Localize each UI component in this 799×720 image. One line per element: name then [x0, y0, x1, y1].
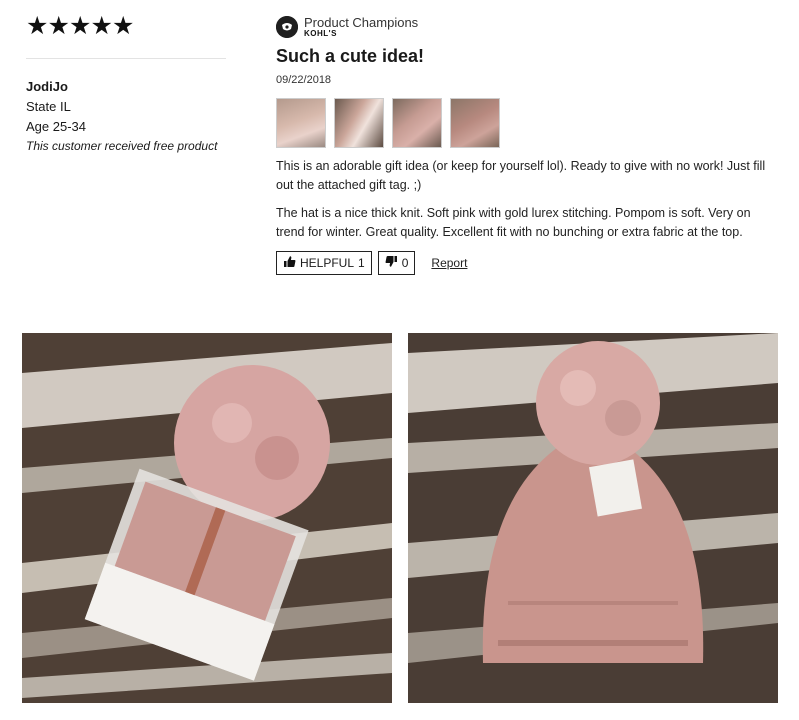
helpful-count: 1 [358, 256, 365, 270]
thumbnail-photo-1[interactable] [276, 98, 326, 148]
review-date: 09/22/2018 [276, 74, 332, 86]
report-link[interactable]: Report [431, 256, 467, 270]
thumbs-down-icon [385, 255, 398, 271]
thumbs-up-icon [283, 255, 296, 271]
review-paragraph-2: The hat is a nice thick knit. Soft pink … [276, 206, 751, 239]
thumbnail-photo-3[interactable] [392, 98, 442, 148]
divider [26, 58, 226, 59]
unhelpful-count: 0 [401, 256, 409, 270]
rating-stars: ★ ★ ★ ★ ★ [26, 14, 226, 39]
free-product-note: This customer received free product [26, 139, 218, 153]
champion-brand: KOHL'S [304, 29, 337, 38]
review-content: Product Champions KOHL'S Such a cute ide… [276, 16, 776, 275]
thumbnail-photo-2[interactable] [334, 98, 384, 148]
star-icon: ★ [26, 12, 49, 40]
product-champion-badge-icon [276, 16, 298, 38]
review-photo-gift-box[interactable] [22, 333, 392, 703]
thumbnail-photo-4[interactable] [450, 98, 500, 148]
reviewer-name: JodiJo [26, 79, 68, 94]
star-icon: ★ [112, 12, 135, 40]
product-champion-badge: Product Champions KOHL'S [276, 16, 776, 38]
helpful-button[interactable]: HELPFUL 1 [276, 251, 372, 275]
champion-title: Product Champions [304, 15, 419, 30]
reviewer-panel: ★ ★ ★ ★ ★ JodiJo State IL Age 25-34 This… [26, 14, 226, 153]
review-title: Such a cute idea! [276, 46, 425, 66]
star-icon: ★ [47, 12, 70, 40]
star-icon: ★ [90, 12, 113, 40]
review-paragraph-1: This is an adorable gift idea (or keep f… [276, 159, 766, 192]
review-photo-hat[interactable] [408, 333, 778, 703]
helpful-label: HELPFUL [300, 256, 355, 270]
star-icon: ★ [69, 12, 92, 40]
reviewer-state: State IL [26, 99, 71, 114]
reviewer-age: Age 25-34 [26, 119, 86, 134]
review-thumbnails [276, 98, 776, 148]
unhelpful-button[interactable]: 0 [377, 251, 416, 275]
review-actions: HELPFUL 1 0 Report [276, 251, 776, 275]
